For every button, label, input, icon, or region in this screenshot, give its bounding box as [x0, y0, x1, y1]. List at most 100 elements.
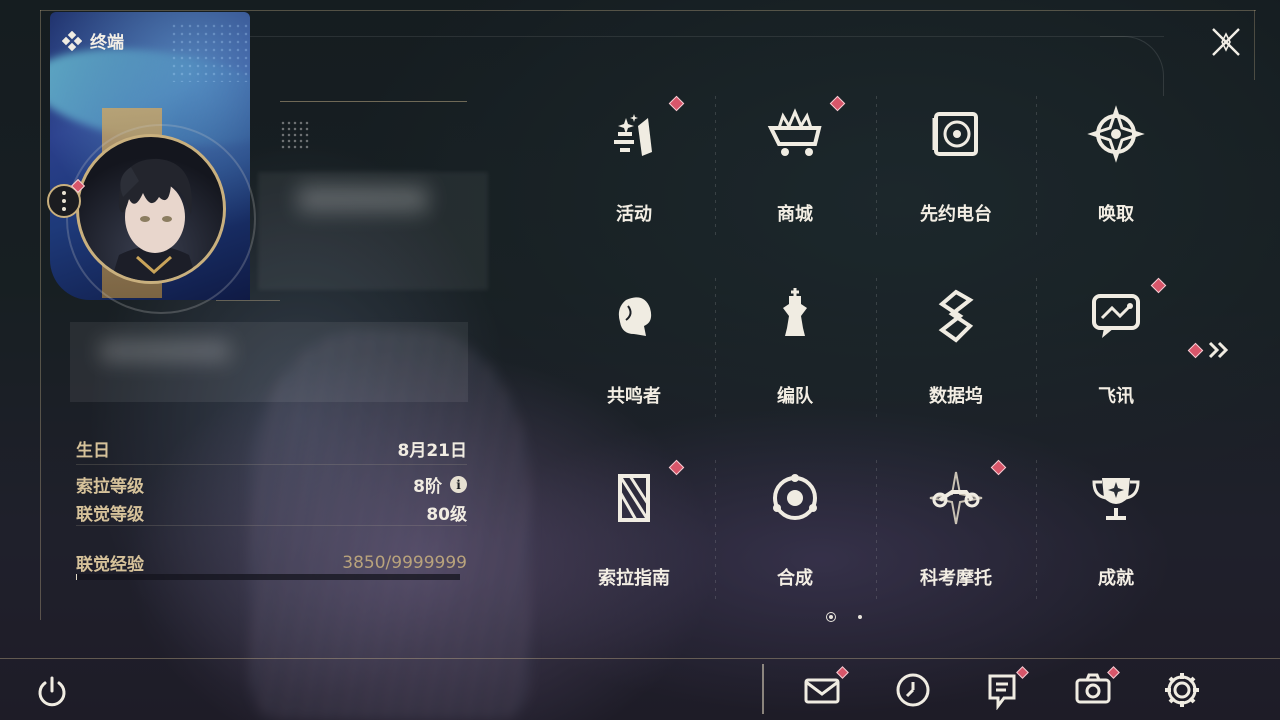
stat-union-exp: 联觉经验 3850/9999999 — [76, 550, 467, 576]
trophy-icon — [1086, 468, 1146, 528]
grid-divider — [715, 460, 716, 600]
menu-item-label: 活动 — [616, 204, 652, 225]
exp-value: 3850/9999999 — [342, 552, 467, 573]
page-dot[interactable] — [858, 615, 862, 619]
clock-icon — [896, 673, 930, 707]
grid-divider — [1036, 278, 1037, 418]
power-icon — [38, 676, 66, 707]
menu-item-message-bubble[interactable]: 飞讯 — [1046, 274, 1186, 424]
menu-item-resonator[interactable]: 共鸣者 — [564, 274, 704, 424]
grid-divider — [876, 96, 877, 236]
menu-item-team-chess[interactable]: 编队 — [725, 274, 865, 424]
settings-gear-button[interactable] — [1162, 670, 1202, 710]
menu-item-radio[interactable]: 先约电台 — [886, 92, 1026, 242]
menu-item-label: 商城 — [777, 204, 813, 225]
power-button[interactable] — [34, 674, 70, 710]
frame-line-right — [1254, 10, 1255, 80]
close-button[interactable] — [1208, 24, 1244, 60]
menu-item-label: 唤取 — [1098, 204, 1134, 225]
team-chess-icon — [765, 286, 825, 346]
notification-badge — [668, 459, 685, 476]
divider — [76, 464, 467, 465]
stat-sol-rank: 索拉等级 8阶 i — [76, 472, 467, 497]
stat-label: 联觉经验 — [76, 555, 144, 575]
mail-button[interactable] — [802, 666, 849, 710]
double-chevron-right-icon — [1208, 341, 1229, 359]
grid-divider — [876, 460, 877, 600]
stat-union-level: 联觉等级 80级 — [76, 500, 467, 525]
notification-badge — [829, 95, 846, 112]
avatar[interactable] — [76, 134, 226, 284]
exp-progress-bar — [76, 574, 460, 580]
terminal-icon — [62, 30, 82, 51]
terminal-header: 终端 — [62, 28, 124, 53]
sol-rank-value: 8阶 — [413, 477, 442, 497]
stat-value: 8月21日 — [398, 436, 468, 461]
notification-badge — [668, 95, 685, 112]
data-bank-icon — [926, 286, 986, 346]
menu-item-motorcycle[interactable]: 科考摩托 — [886, 456, 1026, 606]
divider — [280, 101, 467, 102]
stat-label: 生日 — [76, 441, 110, 461]
menu-item-data-bank[interactable]: 数据坞 — [886, 274, 1026, 424]
notice-button[interactable] — [982, 666, 1029, 710]
grid-divider — [715, 278, 716, 418]
info-icon[interactable]: i — [450, 476, 467, 493]
decor-dots — [280, 120, 310, 150]
menu-item-label: 科考摩托 — [920, 568, 992, 589]
exp-progress-fill — [76, 574, 78, 580]
message-bubble-icon — [1086, 286, 1146, 346]
menu-item-shop-cart[interactable]: 商城 — [725, 92, 865, 242]
menu-item-label: 先约电台 — [920, 204, 992, 225]
guide-icon — [604, 468, 664, 528]
page-title: 终端 — [90, 33, 124, 53]
union-level-value: 80级 — [426, 505, 467, 525]
menu-item-trophy[interactable]: 成就 — [1046, 456, 1186, 606]
frame-line-top — [40, 10, 1256, 11]
bottom-bar-separator — [762, 664, 764, 714]
grid-divider — [1036, 96, 1037, 236]
menu-item-label: 索拉指南 — [598, 568, 670, 589]
stat-label: 联觉等级 — [76, 505, 144, 525]
resonator-icon — [604, 286, 664, 346]
grid-divider — [1036, 460, 1037, 600]
clock-button[interactable] — [893, 670, 933, 710]
notification-badge — [1150, 277, 1167, 294]
notification-badge — [990, 459, 1007, 476]
menu-item-label: 编队 — [777, 386, 813, 407]
notice-icon — [988, 674, 1016, 710]
camera-icon — [1075, 673, 1111, 704]
menu-item-synthesis[interactable]: 合成 — [725, 456, 865, 606]
motorcycle-icon — [926, 468, 986, 528]
card-pattern — [170, 22, 250, 82]
grid-divider — [715, 96, 716, 236]
shop-cart-icon — [765, 104, 825, 164]
menu-item-activity[interactable]: 活动 — [564, 92, 704, 242]
page-indicator — [826, 612, 862, 622]
camera-button[interactable] — [1073, 666, 1120, 710]
divider — [216, 300, 280, 301]
divider — [76, 525, 467, 526]
birthday-value: 8月21日 — [397, 441, 468, 461]
menu-item-label: 数据坞 — [929, 386, 983, 407]
menu-item-guide[interactable]: 索拉指南 — [564, 456, 704, 606]
menu-item-convene[interactable]: 唤取 — [1046, 92, 1186, 242]
frame-line-left — [40, 10, 41, 620]
grid-divider — [876, 278, 877, 418]
close-icon — [1212, 28, 1240, 56]
stat-value: 8阶 i — [413, 472, 467, 497]
stat-value: 80级 — [426, 500, 467, 525]
radio-icon — [926, 104, 986, 164]
page-dot-active[interactable] — [826, 612, 836, 622]
menu-item-label: 成就 — [1098, 568, 1134, 589]
player-signature-blurred — [70, 322, 468, 402]
next-page-button[interactable] — [1187, 340, 1231, 360]
stat-birthday: 生日 8月21日 — [76, 436, 467, 461]
menu-item-label: 合成 — [777, 568, 813, 589]
avatar-portrait — [110, 158, 198, 281]
stat-label: 索拉等级 — [76, 477, 144, 497]
settings-gear-icon — [1165, 673, 1199, 707]
bottom-bar-divider — [0, 658, 1280, 659]
panel-outline — [240, 36, 1164, 37]
menu-item-label: 共鸣者 — [607, 386, 661, 407]
